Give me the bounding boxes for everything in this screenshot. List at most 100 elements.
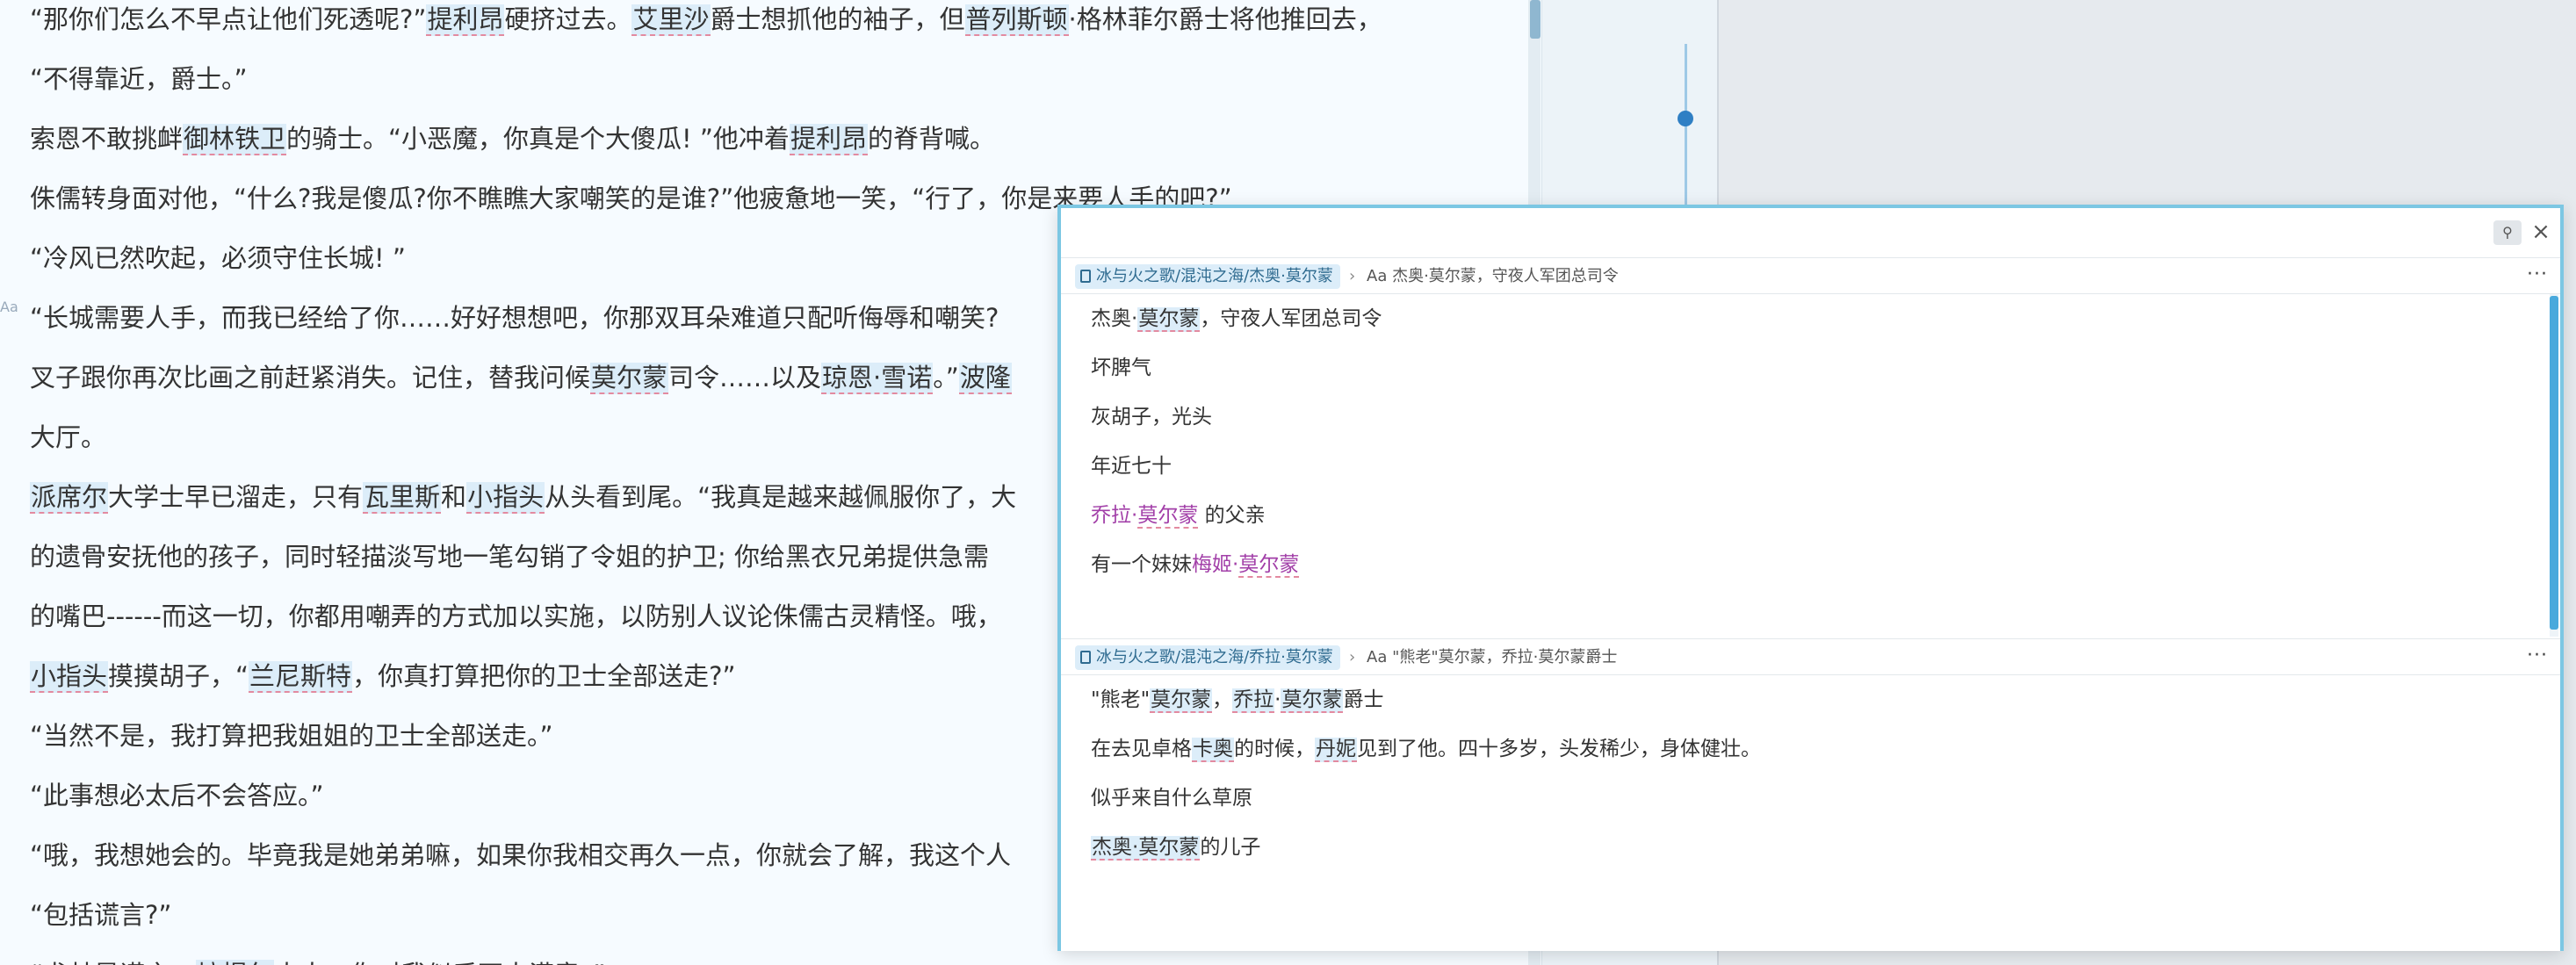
wiki-link[interactable]: 杰奥·莫尔蒙	[1091, 836, 1201, 861]
paragraph-text: “包括谎言?”	[30, 900, 172, 930]
breadcrumb-heading[interactable]: Aa "熊老"莫尔蒙，乔拉·莫尔蒙爵士	[1367, 645, 1617, 670]
paragraph-text: 大厅。	[30, 422, 107, 452]
note-text: 有一个妹妹	[1091, 553, 1192, 576]
paragraph-text: “那你们怎么不早点让他们死透呢?”	[30, 4, 427, 34]
paragraph-text: 的遗骨安抚他的孩子，同时轻描淡写地一笔勾销了令姐的护卫; 你给黑衣兄弟提供急需	[30, 542, 989, 572]
paragraph-text: 侏儒转身面对他，“什么?我是傻瓜?你不瞧瞧大家嘲笑的是谁?”他疲惫地一笑，“行了…	[30, 184, 1232, 213]
file-icon	[1080, 270, 1091, 283]
note-text: 年近七十	[1091, 455, 1172, 478]
pin-icon[interactable]: ⚲	[2493, 220, 2522, 245]
aa-badge: Aa	[0, 299, 18, 315]
wiki-link[interactable]: 波隆	[958, 363, 1012, 394]
note-text: 在去见卓格	[1091, 738, 1192, 760]
popup-scrollbar-thumb[interactable]	[2550, 296, 2558, 630]
unresolved-link[interactable]: 乔拉·	[1091, 504, 1137, 527]
paragraph-text: 的脊背喊。	[867, 124, 995, 154]
wiki-link[interactable]: 派席尔	[30, 482, 109, 514]
more-options-button[interactable]: ···	[2527, 262, 2548, 288]
paragraph-text: 大学士早已溜走，只有	[108, 482, 364, 512]
paragraph-text: “冷风已然吹起，必须守住长城! ”	[30, 243, 406, 273]
paragraph-text: “尤其是谎言。	[30, 960, 196, 965]
breadcrumb-path[interactable]: 冰与火之歌/混沌之海/乔拉·莫尔蒙	[1075, 645, 1340, 670]
paragraph-text: “当然不是，我打算把我姐姐的卫士全部送走。”	[30, 721, 553, 751]
note-line: 有一个妹妹梅姬·莫尔蒙	[1091, 547, 1300, 582]
note-line: 似乎来自什么草原	[1091, 781, 1252, 816]
link-preview-popup: ⚲ × 冰与火之歌/混沌之海/杰奥·莫尔蒙 › Aa 杰奥·莫尔蒙，守夜人军团总…	[1057, 205, 2564, 951]
wiki-link[interactable]: 兰尼斯特	[249, 661, 353, 693]
note-line: 坏脾气	[1091, 350, 1151, 385]
wiki-link[interactable]: 艾里沙	[631, 4, 711, 36]
paragraph-text: “长城需要人手，而我已经给了你……好好想想吧，你那双耳朵难道只配听侮辱和嘲笑?	[30, 303, 999, 333]
paragraph-text: 大人，你对我似乎不太满意。”	[274, 960, 606, 965]
wiki-link[interactable]: 莫尔蒙	[1281, 688, 1344, 713]
paragraph-text: ，你真打算把你的卫士全部送走?”	[352, 661, 736, 691]
note-text: 坏脾气	[1091, 356, 1151, 379]
paragraph-text: 司令……以及	[668, 363, 822, 392]
note-text: 似乎来自什么草原	[1091, 787, 1252, 810]
note-text: ，守夜人军团总司令	[1200, 307, 1382, 330]
wiki-link[interactable]: 卡奥	[1192, 738, 1234, 762]
paragraph-text: 叉子跟你再次比画之前赶紧消失。记住，替我问候	[30, 363, 591, 392]
breadcrumb: 冰与火之歌/混沌之海/乔拉·莫尔蒙 › Aa "熊老"莫尔蒙，乔拉·莫尔蒙爵士 …	[1061, 638, 2560, 675]
paragraph-text: ·格林菲尔爵士将他推回去，	[1068, 4, 1382, 34]
wiki-link[interactable]: 乔拉	[1232, 688, 1275, 713]
note-text: 见到了他。四十多岁，头发稀少，身体健壮。	[1357, 738, 1761, 760]
note-line: 乔拉·莫尔蒙 的父亲	[1091, 498, 1266, 533]
breadcrumb-separator: ›	[1349, 267, 1356, 285]
breadcrumb-path[interactable]: 冰与火之歌/混沌之海/杰奥·莫尔蒙	[1075, 264, 1340, 289]
reader-scrollbar-thumb[interactable]	[1530, 0, 1541, 39]
breadcrumb: 冰与火之歌/混沌之海/杰奥·莫尔蒙 › Aa 杰奥·莫尔蒙，守夜人军团总司令 ·…	[1061, 257, 2560, 294]
popup-header: ⚲ ×	[1061, 208, 2560, 257]
wiki-link[interactable]: 御林铁卫	[183, 124, 287, 155]
note-text: 杰奥·	[1091, 307, 1138, 330]
paragraph-text: 从头看到尾。“我真是越来越佩服你了，大	[545, 482, 1017, 512]
more-options-button[interactable]: ···	[2527, 643, 2548, 669]
paragraph-text: 摸摸胡子，“	[108, 661, 249, 691]
note-text: 灰胡子，光头	[1091, 406, 1212, 428]
wiki-link[interactable]: 丹妮	[1315, 738, 1357, 762]
paragraph-text: “此事想必太后不会答应。”	[30, 781, 324, 810]
note-text: 爵士	[1343, 688, 1384, 711]
wiki-link[interactable]: 小指头	[30, 661, 109, 693]
note-line: 年近七十	[1091, 449, 1172, 484]
note-line: 杰奥·莫尔蒙，守夜人军团总司令	[1091, 301, 1382, 336]
wiki-link[interactable]: 莫尔蒙	[1137, 307, 1201, 332]
note-line: 杰奥·莫尔蒙的儿子	[1091, 830, 1260, 865]
note-text: "熊老"	[1091, 688, 1151, 711]
breadcrumb-separator: ›	[1349, 648, 1356, 666]
wiki-link[interactable]: 莫尔蒙	[1150, 688, 1213, 713]
note-line: 在去见卓格卡奥的时候，丹妮见到了他。四十多岁，头发稀少，身体健壮。	[1091, 731, 1761, 767]
paragraph-text: “不得靠近，爵士。”	[30, 64, 248, 94]
paragraph-text: 的骑士。“小恶魔，你真是个大傻瓜! ”他冲着	[286, 124, 790, 154]
paragraph: “不得靠近，爵士。”	[30, 56, 1523, 102]
paragraph-text: 爵士想抓他的袖子，但	[710, 4, 965, 34]
preview-section-jorah: 冰与火之歌/混沌之海/乔拉·莫尔蒙 › Aa "熊老"莫尔蒙，乔拉·莫尔蒙爵士 …	[1061, 638, 2560, 951]
wiki-link[interactable]: 提利昂	[789, 124, 868, 155]
outline-marker[interactable]	[1678, 111, 1693, 126]
note-text: ，	[1212, 688, 1233, 711]
wiki-link[interactable]: 莫尔蒙	[590, 363, 669, 394]
paragraph-text: 和	[441, 482, 467, 512]
outline-rail	[1685, 44, 1687, 211]
note-text: 的儿子	[1200, 836, 1261, 859]
close-icon[interactable]: ×	[2529, 219, 2553, 245]
unresolved-link[interactable]: 莫尔蒙	[1137, 504, 1199, 529]
wiki-link[interactable]: 瓦里斯	[363, 482, 442, 514]
note-text: 的时候，	[1234, 738, 1315, 760]
wiki-link[interactable]: 提利昂	[426, 4, 505, 36]
paragraph: “尤其是谎言。培提尔大人，你对我似乎不太满意。”	[30, 952, 1523, 965]
breadcrumb-heading[interactable]: Aa 杰奥·莫尔蒙，守夜人军团总司令	[1367, 264, 1619, 289]
preview-section-jeor: 冰与火之歌/混沌之海/杰奥·莫尔蒙 › Aa 杰奥·莫尔蒙，守夜人军团总司令 ·…	[1061, 257, 2560, 637]
unresolved-link[interactable]: 梅姬·	[1192, 553, 1238, 576]
note-line: "熊老"莫尔蒙，乔拉·莫尔蒙爵士	[1091, 682, 1383, 717]
wiki-link[interactable]: 小指头	[466, 482, 545, 514]
wiki-link[interactable]: 培提尔	[196, 960, 275, 965]
note-line: 灰胡子，光头	[1091, 400, 1212, 435]
wiki-link[interactable]: 琼恩·雪诺	[821, 363, 934, 394]
paragraph: 索恩不敢挑衅御林铁卫的骑士。“小恶魔，你真是个大傻瓜! ”他冲着提利昂的脊背喊。	[30, 116, 1523, 162]
note-text: 的父亲	[1198, 504, 1266, 527]
wiki-link[interactable]: 普列斯顿	[964, 4, 1069, 36]
file-icon	[1080, 651, 1091, 664]
paragraph-text: 。”	[933, 363, 959, 392]
unresolved-link[interactable]: 莫尔蒙	[1238, 553, 1300, 578]
